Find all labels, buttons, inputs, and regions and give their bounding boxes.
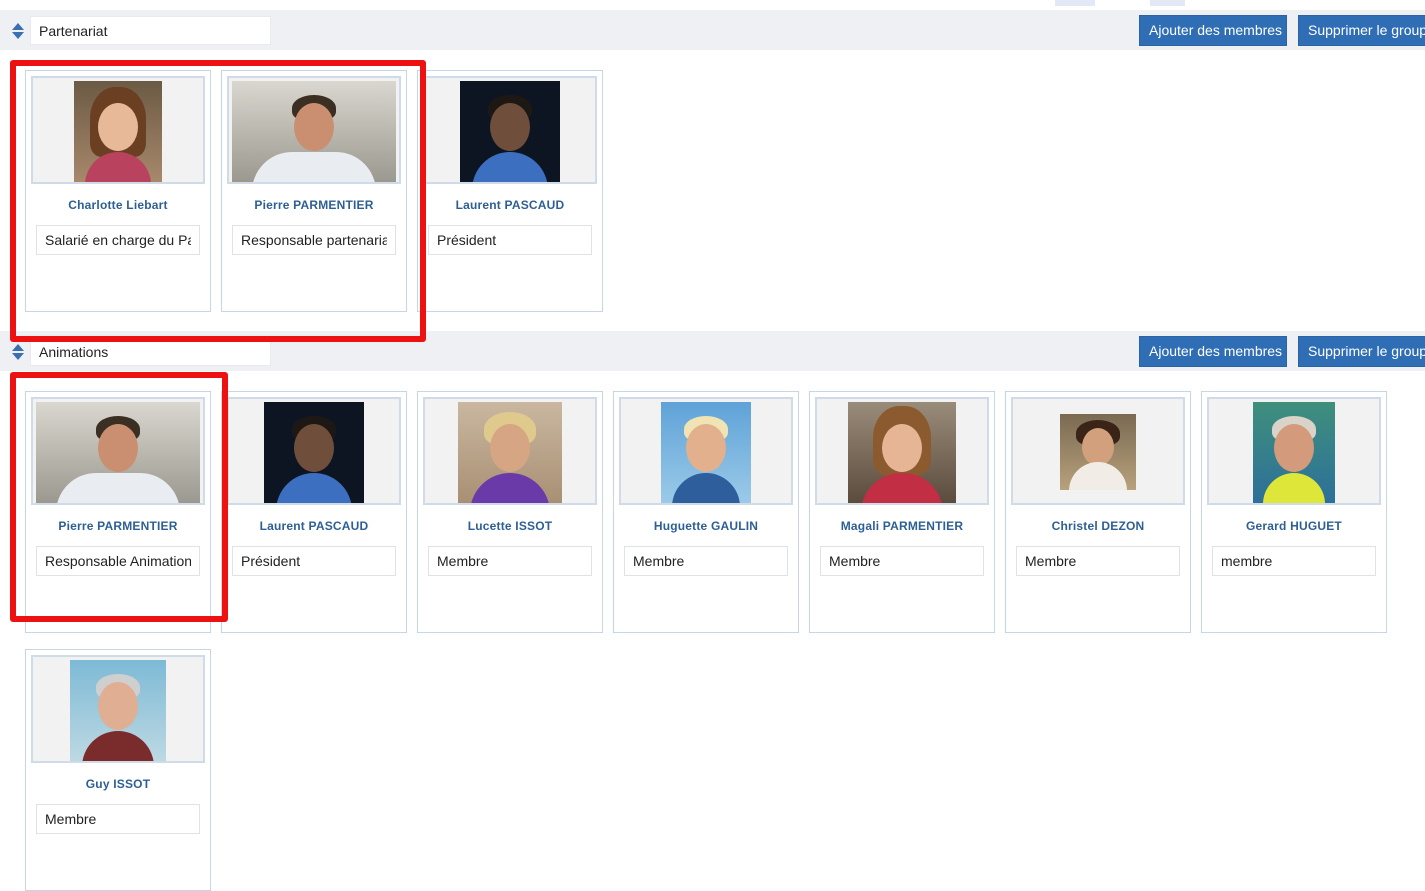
member-photo: [619, 397, 793, 505]
top-edge-decoration: [1055, 0, 1095, 6]
member-role-input[interactable]: [232, 225, 396, 255]
delete-group-button[interactable]: Supprimer le groupe: [1298, 15, 1425, 46]
add-members-button[interactable]: Ajouter des membres: [1139, 336, 1287, 367]
member-photo: [227, 76, 401, 184]
member-photo: [1207, 397, 1381, 505]
member-role-input[interactable]: [624, 546, 788, 576]
member-card[interactable]: Christel DEZON: [1005, 391, 1191, 633]
member-card[interactable]: Charlotte Liebart: [25, 70, 211, 312]
member-name: Pierre PARMENTIER: [58, 519, 178, 533]
member-photo: [1011, 397, 1185, 505]
member-photo: [423, 397, 597, 505]
member-name: Huguette GAULIN: [653, 519, 759, 533]
member-name: Laurent PASCAUD: [259, 519, 369, 533]
member-name: Christel DEZON: [1051, 519, 1145, 533]
member-card[interactable]: Laurent PASCAUD: [221, 391, 407, 633]
member-photo: [423, 76, 597, 184]
member-photo: [815, 397, 989, 505]
member-name: Pierre PARMENTIER: [254, 198, 374, 212]
member-role-input[interactable]: [36, 804, 200, 834]
group-header-partenariat: Ajouter des membres Supprimer le groupe: [0, 10, 1425, 50]
member-card[interactable]: Magali PARMENTIER: [809, 391, 995, 633]
member-role-input[interactable]: [1016, 546, 1180, 576]
member-role-input[interactable]: [428, 225, 592, 255]
member-card[interactable]: Laurent PASCAUD: [417, 70, 603, 312]
member-card[interactable]: Pierre PARMENTIER: [25, 391, 211, 633]
member-role-input[interactable]: [1212, 546, 1376, 576]
member-card[interactable]: Pierre PARMENTIER: [221, 70, 407, 312]
member-name: Magali PARMENTIER: [840, 519, 964, 533]
member-name: Gerard HUGUET: [1246, 519, 1342, 533]
member-photo: [31, 397, 205, 505]
member-photo: [31, 655, 205, 763]
member-role-input[interactable]: [36, 546, 200, 576]
add-members-button[interactable]: Ajouter des membres: [1139, 15, 1287, 46]
member-role-input[interactable]: [820, 546, 984, 576]
member-name: Lucette ISSOT: [467, 519, 553, 533]
group-name-input[interactable]: [30, 337, 271, 366]
member-name: Guy ISSOT: [85, 777, 151, 791]
member-card[interactable]: Huguette GAULIN: [613, 391, 799, 633]
member-photo: [227, 397, 401, 505]
group-name-input[interactable]: [30, 16, 271, 45]
sort-arrows-icon[interactable]: [11, 22, 25, 40]
delete-group-button[interactable]: Supprimer le groupe: [1298, 336, 1425, 367]
sort-arrows-icon[interactable]: [11, 343, 25, 361]
member-name: Laurent PASCAUD: [455, 198, 565, 212]
member-name: Charlotte Liebart: [68, 198, 168, 212]
member-card[interactable]: Gerard HUGUET: [1201, 391, 1387, 633]
top-edge-decoration: [1150, 0, 1185, 6]
group-header-animations: Ajouter des membres Supprimer le groupe: [0, 331, 1425, 371]
member-role-input[interactable]: [428, 546, 592, 576]
member-photo: [31, 76, 205, 184]
member-role-input[interactable]: [36, 225, 200, 255]
member-role-input[interactable]: [232, 546, 396, 576]
member-card[interactable]: Lucette ISSOT: [417, 391, 603, 633]
member-card[interactable]: Guy ISSOT: [25, 649, 211, 891]
